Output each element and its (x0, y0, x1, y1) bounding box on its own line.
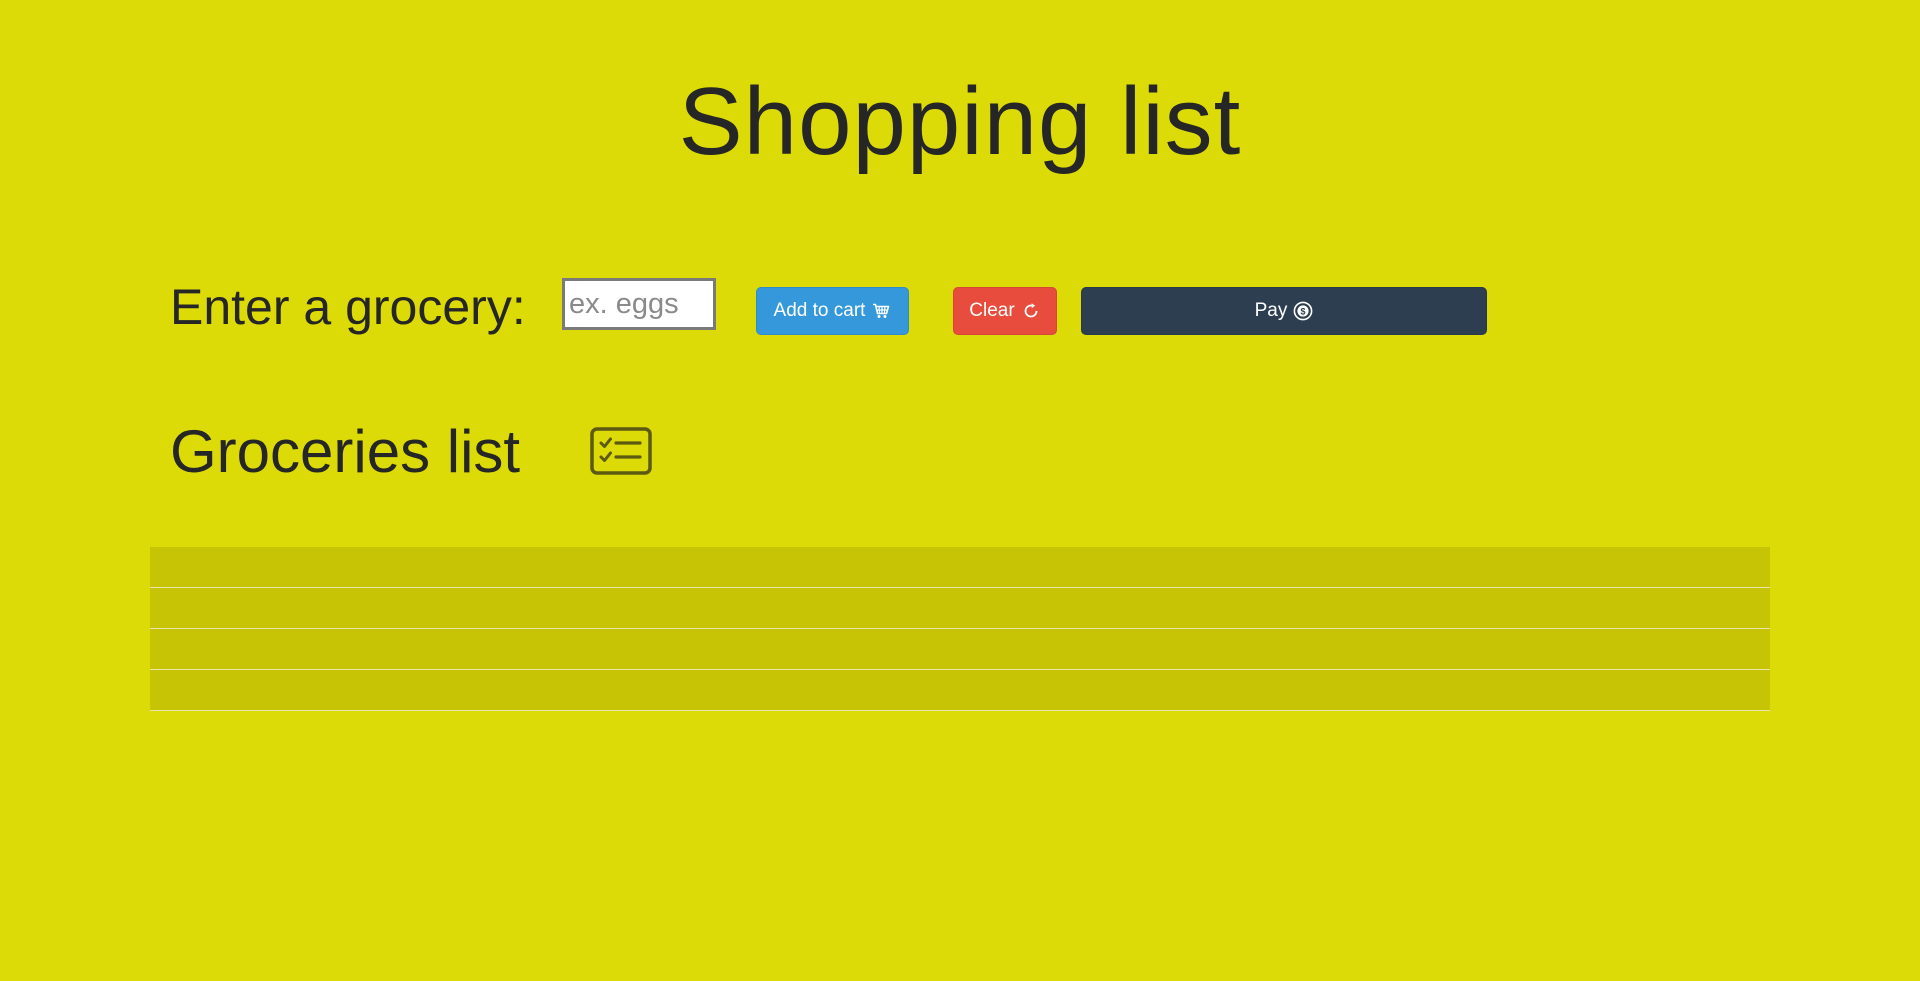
refresh-icon (1021, 301, 1041, 321)
clear-label: Clear (969, 300, 1015, 321)
groceries-table (150, 547, 1770, 711)
table-row (150, 628, 1770, 670)
table-row (150, 669, 1770, 711)
pay-button[interactable]: Pay $ (1081, 287, 1487, 335)
table-cell (150, 628, 1770, 670)
table-cell (150, 547, 1770, 588)
grocery-input-label: Enter a grocery: (170, 279, 526, 335)
clear-button[interactable]: Clear (953, 287, 1057, 335)
grocery-input[interactable] (562, 278, 716, 330)
add-to-cart-button[interactable]: Add to cart (756, 287, 909, 335)
cart-icon (871, 301, 891, 321)
page-title: Shopping list (678, 68, 1242, 175)
table-row (150, 587, 1770, 629)
table-row (150, 547, 1770, 588)
table-cell (150, 587, 1770, 629)
svg-text:$: $ (1301, 306, 1306, 316)
pay-label: Pay (1254, 300, 1288, 321)
groceries-list-title: Groceries list (170, 418, 521, 485)
add-to-cart-label: Add to cart (773, 300, 866, 321)
table-cell (150, 669, 1770, 711)
checklist-icon (590, 426, 652, 476)
dollar-coin-icon: $ (1293, 301, 1313, 321)
